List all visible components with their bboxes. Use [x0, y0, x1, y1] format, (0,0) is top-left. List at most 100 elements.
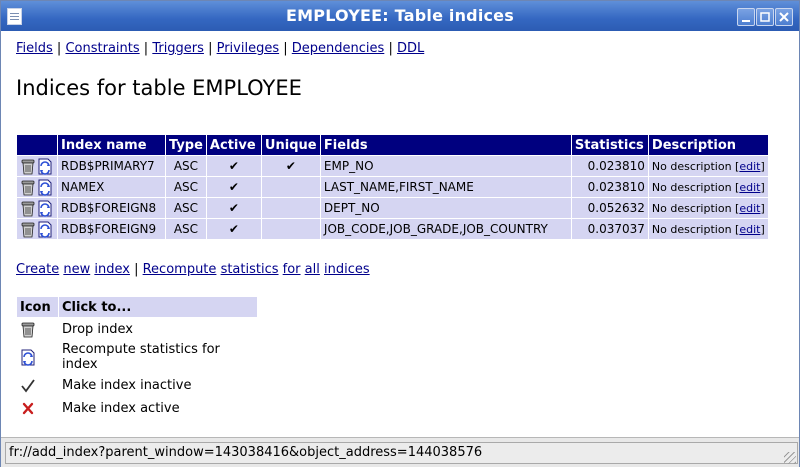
statistics-link[interactable]: statistics — [221, 262, 279, 277]
nav-privileges-link[interactable]: Privileges — [217, 41, 280, 56]
title-bar[interactable]: EMPLOYEE: Table indices — [1, 1, 799, 31]
row-action-icons — [17, 156, 57, 176]
legend-text: Drop index — [62, 321, 133, 337]
trash-can-icon — [21, 322, 35, 337]
header-fields: Fields — [320, 135, 571, 155]
nav-separator: | — [143, 41, 149, 56]
trash-can-icon[interactable] — [20, 200, 36, 217]
trash-can-icon[interactable] — [20, 221, 36, 238]
legend-icon-cell — [17, 341, 58, 373]
legend-text: Make index active — [62, 400, 180, 416]
top-navigation: Fields | Constraints | Triggers | Privil… — [16, 41, 424, 56]
legend-row: Drop index — [17, 318, 257, 340]
new-link[interactable]: new — [63, 262, 90, 277]
page-title: Indices for table EMPLOYEE — [16, 76, 302, 100]
index-description: No description [edit] — [648, 156, 768, 176]
recompute-link[interactable]: Recompute — [143, 262, 217, 277]
unique-cell — [261, 198, 320, 218]
indices-link[interactable]: indices — [324, 262, 370, 277]
minimize-button[interactable] — [737, 8, 755, 26]
red-x-icon — [22, 402, 34, 414]
edit-description-link[interactable]: edit — [739, 160, 760, 173]
recompute-page-icon[interactable] — [37, 221, 53, 238]
recompute-page-icon[interactable] — [37, 200, 53, 217]
nav-constraints-link[interactable]: Constraints — [65, 41, 139, 56]
table-row: RDB$FOREIGN8 ASC ✔ DEPT_NO 0.052632 No d… — [17, 198, 768, 218]
close-button[interactable] — [775, 8, 793, 26]
description-text: No description — [651, 222, 732, 236]
unique-cell — [261, 219, 320, 239]
header-icons — [17, 135, 57, 155]
status-text: fr://add_index?parent_window=143038416&o… — [5, 442, 798, 464]
create-link[interactable]: Create — [16, 262, 59, 277]
index-description: No description [edit] — [648, 219, 768, 239]
index-fields: JOB_CODE,JOB_GRADE,JOB_COUNTRY — [320, 219, 571, 239]
app-window: EMPLOYEE: Table indices Fields | Constra… — [0, 0, 800, 467]
nav-separator: | — [283, 41, 288, 56]
index-link[interactable]: index — [94, 262, 130, 277]
recompute-page-icon[interactable] — [37, 158, 53, 175]
legend-header-row: Icon Click to... — [17, 297, 257, 317]
indices-header-row: Index name Type Active Unique Fields Sta… — [17, 135, 768, 155]
description-text: No description — [651, 159, 732, 173]
minimize-icon — [742, 20, 750, 22]
index-type: ASC — [166, 177, 206, 197]
index-statistics: 0.023810 — [571, 177, 648, 197]
index-statistics: 0.052632 — [571, 198, 648, 218]
legend-row: Make index inactive — [17, 374, 257, 396]
content-area: Fields | Constraints | Triggers | Privil… — [1, 32, 799, 436]
active-checkmark-icon[interactable]: ✔ — [206, 177, 261, 197]
header-type: Type — [166, 135, 206, 155]
header-index-name: Index name — [58, 135, 165, 155]
nav-separator: | — [56, 41, 62, 56]
header-statistics: Statistics — [571, 135, 648, 155]
index-fields: DEPT_NO — [320, 198, 571, 218]
close-icon — [779, 12, 789, 22]
index-type: ASC — [166, 219, 206, 239]
legend-row: Make index active — [17, 397, 257, 419]
nav-separator: | — [208, 41, 213, 56]
nav-dependencies-link[interactable]: Dependencies — [292, 41, 385, 56]
edit-description-link[interactable]: edit — [739, 181, 760, 194]
unique-checkmark-icon: ✔ — [261, 156, 320, 176]
recompute-page-icon — [21, 349, 35, 366]
index-actions: Create new index | Recompute statistics … — [16, 262, 370, 277]
edit-description-link[interactable]: edit — [739, 223, 760, 236]
trash-can-icon[interactable] — [20, 158, 36, 175]
status-bar: fr://add_index?parent_window=143038416&o… — [1, 437, 799, 467]
legend-header-icon: Icon — [17, 297, 58, 317]
header-description: Description — [648, 135, 768, 155]
active-checkmark-icon[interactable]: ✔ — [206, 198, 261, 218]
actions-separator: | — [134, 262, 139, 277]
trash-can-icon[interactable] — [20, 179, 36, 196]
legend-text: Make index inactive — [62, 377, 192, 393]
row-action-icons — [17, 177, 57, 197]
nav-fields-link[interactable]: Fields — [16, 41, 53, 56]
nav-separator: | — [388, 41, 393, 56]
for-link[interactable]: for — [283, 262, 301, 277]
recompute-page-icon[interactable] — [37, 179, 53, 196]
index-description: No description [edit] — [648, 177, 768, 197]
edit-description-link[interactable]: edit — [739, 202, 760, 215]
maximize-button[interactable] — [756, 8, 774, 26]
description-text: No description — [651, 180, 732, 194]
checkmark-icon — [21, 378, 35, 392]
legend-icon-cell — [17, 397, 58, 419]
nav-triggers-link[interactable]: Triggers — [152, 41, 204, 56]
description-text: No description — [651, 201, 732, 215]
row-action-icons — [17, 219, 57, 239]
icon-legend-table: Icon Click to... Drop index Recompute st… — [16, 296, 258, 420]
index-type: ASC — [166, 156, 206, 176]
legend-text: Recompute statistics for index — [62, 342, 220, 372]
table-row: RDB$PRIMARY7 ASC ✔ ✔ EMP_NO 0.023810 No … — [17, 156, 768, 176]
unique-cell — [261, 177, 320, 197]
active-checkmark-icon[interactable]: ✔ — [206, 156, 261, 176]
resize-grip-icon[interactable] — [784, 452, 796, 464]
all-link[interactable]: all — [305, 262, 320, 277]
index-description: No description [edit] — [648, 198, 768, 218]
nav-ddl-link[interactable]: DDL — [397, 41, 424, 56]
index-statistics: 0.023810 — [571, 156, 648, 176]
active-checkmark-icon[interactable]: ✔ — [206, 219, 261, 239]
legend-row: Recompute statistics for index — [17, 341, 257, 373]
table-row: RDB$FOREIGN9 ASC ✔ JOB_CODE,JOB_GRADE,JO… — [17, 219, 768, 239]
